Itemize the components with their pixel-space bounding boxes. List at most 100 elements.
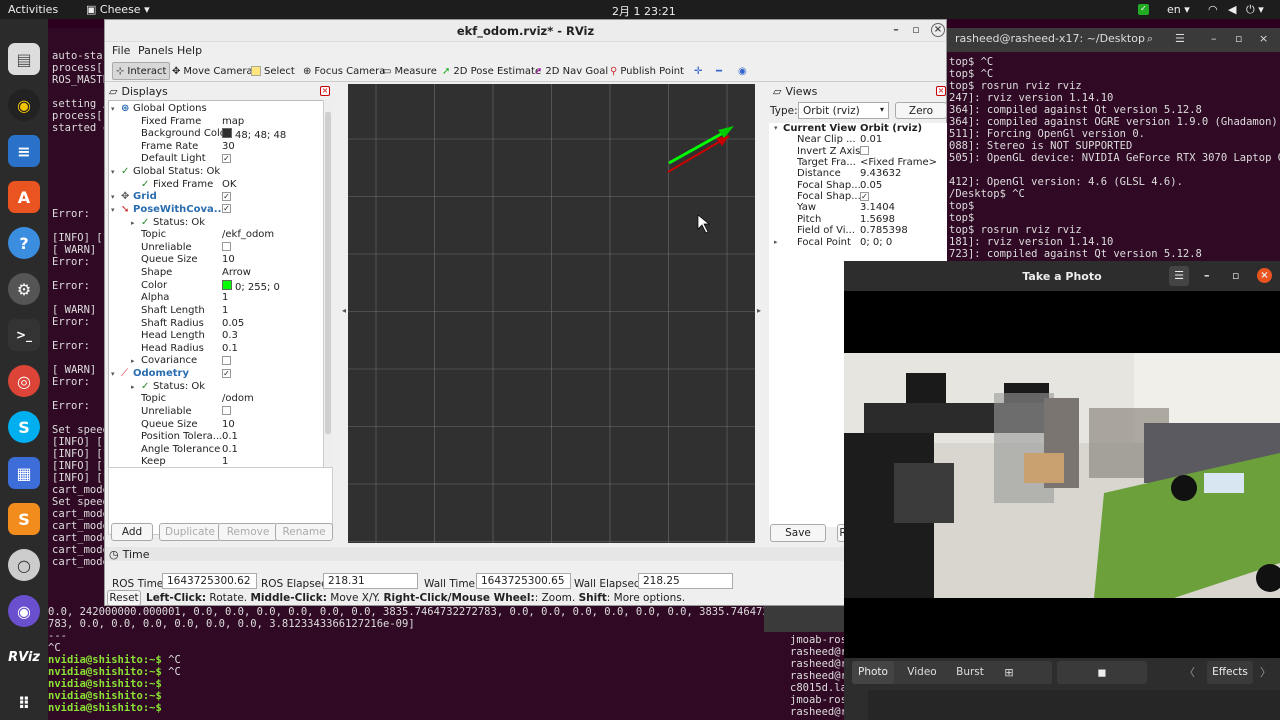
displays-close-icon[interactable]: × (320, 86, 330, 96)
display-row[interactable]: Unreliable (109, 406, 329, 419)
views-close-icon[interactable]: × (936, 86, 946, 96)
remove-tool-button[interactable]: ━ (713, 62, 725, 80)
minimize-icon[interactable]: – (889, 23, 903, 37)
search-icon[interactable]: ○ (8, 549, 40, 581)
show-apps-icon[interactable]: ⠿ (8, 687, 40, 719)
remove-display-button[interactable]: Remove (218, 523, 278, 541)
minimize-icon[interactable]: – (1204, 269, 1210, 282)
volume-icon[interactable]: ◀ (1228, 3, 1236, 16)
sublime-icon[interactable]: S (8, 503, 40, 535)
app-menu[interactable]: ▣ Cheese ▾ (86, 3, 150, 16)
checkbox[interactable]: ✓ (222, 153, 231, 163)
rviz-icon[interactable]: RViz (8, 641, 40, 673)
photo-mode-button[interactable]: Photo (852, 661, 894, 684)
duplicate-display-button[interactable]: Duplicate (159, 523, 221, 541)
view-row[interactable]: ▾ Current View Orbit (rviz) (769, 123, 947, 134)
pose-estimate-tool[interactable]: ➚ 2D Pose Estimate (439, 62, 544, 80)
zero-button[interactable]: Zero (895, 102, 947, 119)
chevron-right-icon[interactable]: 〉 (1260, 661, 1274, 684)
collapse-right-icon[interactable]: ▸ (757, 306, 761, 315)
menu-help[interactable]: Help (177, 44, 202, 57)
view-row-value[interactable] (860, 146, 869, 157)
checkbox[interactable]: ✓ (222, 191, 231, 201)
files-icon[interactable]: ▤ (8, 43, 40, 75)
view-type-select[interactable]: Orbit (rviz) ▾ (798, 102, 889, 119)
checkbox[interactable] (860, 146, 869, 156)
display-row[interactable]: Unreliable (109, 242, 329, 255)
display-row-value[interactable]: ✓ (222, 191, 231, 203)
displays-tree[interactable]: ▾ ⊛ Global Options Fixed Frame map Background… (108, 100, 332, 478)
thumbnail-strip[interactable] (868, 690, 1280, 720)
reset-button[interactable]: Reset (107, 590, 141, 606)
displays-scroll-thumb[interactable] (325, 112, 331, 434)
rename-display-button[interactable]: Rename (275, 523, 333, 541)
maximize-icon[interactable]: ▫ (1235, 33, 1242, 45)
close-icon[interactable]: × (1257, 268, 1272, 283)
video-mode-button[interactable]: Video (900, 661, 944, 684)
writer-icon[interactable]: ≡ (8, 135, 40, 167)
menu-panels[interactable]: Panels (138, 44, 173, 57)
display-row[interactable]: ▸ ✓ Status: Ok (109, 217, 329, 230)
expand-arrow-icon[interactable]: ▾ (111, 204, 115, 216)
rhythmbox-icon[interactable]: ◉ (8, 89, 40, 121)
display-row[interactable]: Frame Rate 30 (109, 141, 329, 154)
maximize-icon[interactable]: ▫ (1232, 269, 1239, 282)
display-row[interactable]: Head Length 0.3 (109, 330, 329, 343)
maximize-icon[interactable]: ▫ (909, 23, 923, 37)
tool-properties-button[interactable]: ◉ (735, 62, 750, 80)
ros-time-field[interactable]: 1643725300.62 (162, 573, 257, 589)
display-row[interactable]: ✓ Fixed Frame OK (109, 179, 329, 192)
expand-arrow-icon[interactable]: ▸ (131, 355, 135, 367)
view-row[interactable]: Distance 9.43632 (769, 168, 947, 179)
activities-button[interactable]: Activities (8, 3, 58, 16)
expand-arrow-icon[interactable]: ▾ (111, 103, 115, 115)
display-row[interactable]: Fixed Frame map (109, 116, 329, 129)
interact-tool[interactable]: ⊹ Interact (112, 62, 171, 80)
display-row[interactable]: Shaft Length 1 (109, 305, 329, 318)
focus-camera-tool[interactable]: ⊕ Focus Camera (300, 62, 388, 80)
chrome-icon[interactable]: ◎ (8, 365, 40, 397)
wall-elapsed-field[interactable]: 218.25 (638, 573, 733, 589)
display-row-value[interactable]: ✓ (222, 368, 231, 380)
move-camera-tool[interactable]: ✥ Move Camera (169, 62, 256, 80)
display-row[interactable]: Alpha 1 (109, 292, 329, 305)
expand-arrow-icon[interactable]: ▾ (111, 166, 115, 178)
language-indicator[interactable]: en ▾ (1167, 3, 1190, 16)
view-row-value[interactable]: ✓ (860, 191, 869, 202)
effects-button[interactable]: Effects (1207, 661, 1253, 684)
settings-icon[interactable]: ⚙ (8, 273, 40, 305)
take-photo-button[interactable]: ◼ (1057, 661, 1147, 684)
update-icon[interactable]: ✓ (1138, 4, 1149, 15)
view-row[interactable]: Focal Shap... 0.05 (769, 180, 947, 191)
search-icon[interactable]: ⌕ (1147, 33, 1153, 45)
close-icon[interactable]: × (1259, 33, 1268, 45)
display-row[interactable]: Topic/odom (109, 393, 329, 406)
view-row[interactable]: Target Fra... <Fixed Frame> (769, 157, 947, 168)
display-row[interactable]: Shape Arrow (109, 267, 329, 280)
cheese-icon[interactable]: ◉ (8, 595, 40, 627)
display-row-value[interactable]: ✓ (222, 204, 231, 216)
display-row[interactable]: ▾ ⊛ Global Options (109, 103, 329, 116)
checkbox[interactable]: ✓ (222, 368, 231, 378)
menu-file[interactable]: File (112, 44, 130, 57)
expand-arrow-icon[interactable]: ▾ (111, 368, 115, 380)
ros-elapsed-field[interactable]: 218.31 (323, 573, 418, 589)
wall-time-field[interactable]: 1643725300.65 (476, 573, 571, 589)
measure-tool[interactable]: ▭ Measure (379, 62, 440, 80)
expand-arrow-icon[interactable]: ▸ (131, 217, 135, 229)
close-icon[interactable]: × (931, 23, 945, 37)
add-tool-button[interactable]: ✛ (691, 62, 705, 80)
software-icon[interactable]: A (8, 181, 40, 213)
checkbox[interactable] (222, 406, 231, 416)
terminal-left[interactable]: auto-star process[ROS_MASTE setting / proce… (48, 28, 108, 606)
displays-scrollbar[interactable] (323, 100, 332, 478)
display-row[interactable]: Background Color 48; 48; 48 (109, 128, 329, 141)
display-row[interactable]: Queue Size 10 (109, 254, 329, 267)
nav-goal-tool[interactable]: ➚ 2D Nav Goal (531, 62, 611, 80)
chevron-left-icon[interactable]: 〈 (1184, 661, 1198, 684)
power-icon[interactable]: ⏻ ▾ (1246, 3, 1264, 17)
select-tool[interactable]: Select (248, 62, 298, 80)
save-view-button[interactable]: Save (770, 524, 826, 542)
add-display-button[interactable]: Add (111, 523, 153, 541)
checkbox[interactable] (222, 355, 231, 365)
